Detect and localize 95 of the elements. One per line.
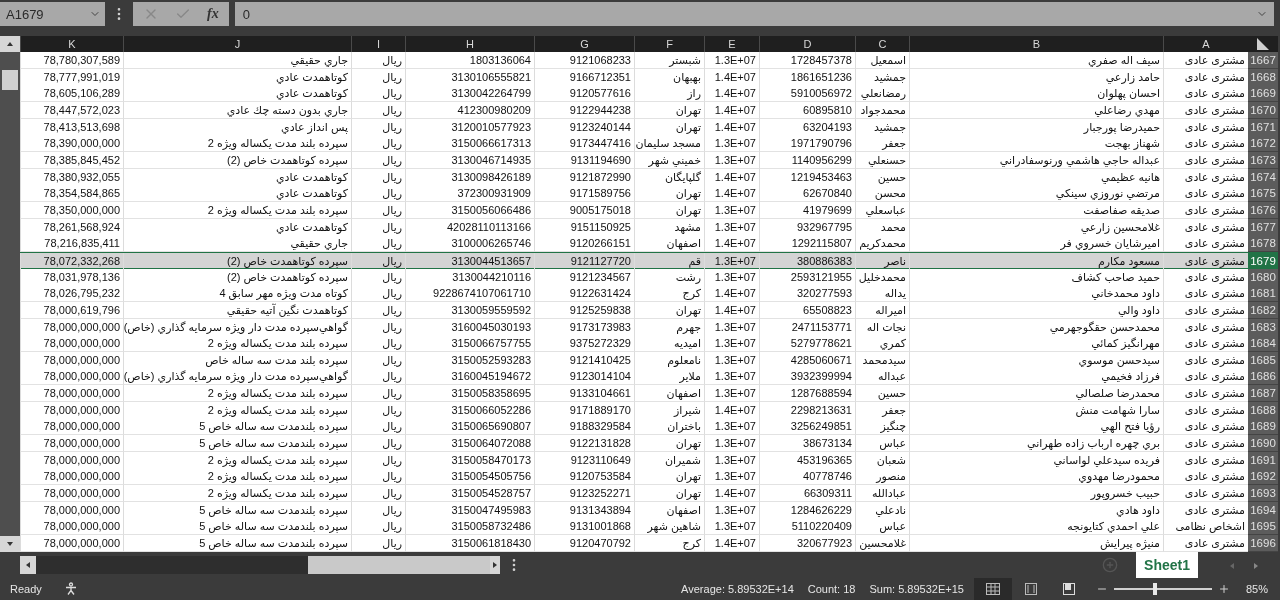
table-cell: مشتری عادی: [1163, 301, 1248, 319]
table-cell: سپرده كوتاهمدت خاص (2): [123, 151, 351, 169]
table-cell: سپرده بلندمدت سه ساله خاص 5: [123, 535, 351, 553]
table-cell: مشتری عادی: [1163, 101, 1248, 119]
table-cell: 1.4E+07: [704, 301, 759, 319]
scroll-thumb[interactable]: [36, 556, 308, 574]
table-cell: حسنعلي: [855, 151, 909, 169]
scroll-down-icon[interactable]: [0, 536, 20, 552]
view-button[interactable]: [973, 578, 1012, 600]
table-cell: ريال: [351, 535, 405, 553]
table-cell: جاري بدون دسته چك عادي: [123, 101, 351, 119]
table-cell: صديقه صفاصفت: [909, 201, 1163, 219]
row-number[interactable]: 1686: [1248, 368, 1278, 386]
row-number[interactable]: 1687: [1248, 385, 1278, 403]
row-number[interactable]: 1696: [1248, 535, 1278, 553]
table-cell: 78,000,000,000: [20, 535, 123, 553]
status-average: Average: 5.89532E+14: [681, 583, 794, 595]
row-number[interactable]: 1692: [1248, 468, 1278, 486]
page-break-icon: [1062, 583, 1075, 595]
table-cell: 9125259838: [534, 301, 634, 319]
table-cell: 60895810: [759, 101, 855, 119]
table-cell: 65508823: [759, 301, 855, 319]
table-cell: مهدي رضاعلي: [909, 101, 1163, 119]
scroll-up-icon[interactable]: [0, 36, 20, 52]
insert-function-button[interactable]: fx: [207, 6, 219, 22]
table-cell: داود والي: [909, 301, 1163, 319]
scroll-right-icon[interactable]: [490, 556, 500, 574]
table-cell: تهران: [634, 301, 704, 319]
row-number[interactable]: 1667: [1248, 52, 1278, 69]
table-cell: 3150061818430: [405, 535, 534, 553]
row-number[interactable]: 1689: [1248, 418, 1278, 436]
table-cell: 1.4E+07: [704, 535, 759, 553]
status-count: Count: 18: [807, 583, 856, 595]
table-cell: 9120470792: [534, 535, 634, 553]
row-number[interactable]: 1684: [1248, 335, 1278, 353]
zoom-in-icon[interactable]: [1217, 583, 1230, 595]
row-number[interactable]: 1681: [1248, 285, 1278, 303]
scroll-thumb[interactable]: [2, 70, 18, 90]
accessibility-icon[interactable]: [63, 582, 78, 596]
table-cell: سپرده بلند مدت يكساله ويژه 2: [123, 201, 351, 219]
table-cell: 3130059559592: [405, 301, 534, 319]
table-cell: اميراله: [855, 301, 909, 319]
status-sum: Sum: 5.89532E+15: [869, 583, 964, 595]
table-cell: ريال: [351, 201, 405, 219]
table-cell: مشتری عادی: [1163, 151, 1248, 169]
row-number[interactable]: 1690: [1248, 435, 1278, 453]
page-layout-icon: [1024, 583, 1037, 595]
table-cell: 3130046714935: [405, 151, 534, 169]
table-cell: 9131194690: [534, 151, 634, 169]
zoom-thumb[interactable]: [1153, 583, 1158, 595]
scroll-left-icon[interactable]: [20, 556, 36, 574]
row-number[interactable]: 1678: [1248, 235, 1278, 253]
row-number[interactable]: 1693: [1248, 485, 1278, 503]
table-cell: تهران: [634, 101, 704, 119]
row-number[interactable]: 1669: [1248, 85, 1278, 103]
vertical-scrollbar[interactable]: [0, 36, 20, 552]
horizontal-scrollbar[interactable]: [20, 556, 500, 574]
row-number[interactable]: 1695: [1248, 518, 1278, 536]
table-cell: خميني شهر: [634, 151, 704, 169]
table-cell: منيژه پيرايش: [909, 535, 1163, 553]
name-box[interactable]: A1679: [0, 2, 105, 26]
table-cell: 78,385,845,452: [20, 151, 123, 169]
table-cell: عباسعلي: [855, 201, 909, 219]
row-number[interactable]: 1672: [1248, 135, 1278, 153]
table-cell: محمدجواد: [855, 101, 909, 119]
formula-field[interactable]: 0: [234, 2, 1274, 26]
table-cell: 41979699: [759, 201, 855, 219]
table-cell: 78,350,000,000: [20, 201, 123, 219]
select-all-icon[interactable]: [1257, 38, 1269, 50]
table-cell: ريال: [351, 101, 405, 119]
table-cell: 9122944238: [534, 101, 634, 119]
table-cell: عبداله حاجي هاشمي ورنوسفادراني: [909, 151, 1163, 169]
table-cell: مشتری عادی: [1163, 201, 1248, 219]
table-cell: كرج: [634, 535, 704, 553]
normal-view-icon: [985, 583, 1000, 595]
sheet-tab[interactable]: Sheet1: [1136, 552, 1198, 578]
table-cell: 9005175018: [534, 201, 634, 219]
row-number[interactable]: 1675: [1248, 185, 1278, 203]
table-cell: 78,000,619,796: [20, 301, 123, 319]
table-cell: 78,447,572,023: [20, 101, 123, 119]
table-cell: 1.3E+07: [704, 201, 759, 219]
row-number[interactable]: 1679: [1248, 252, 1278, 270]
table-cell: كوتاهمدت نگين آتيه حقيقي: [123, 301, 351, 319]
zoom-level[interactable]: 85%: [1245, 583, 1268, 595]
table-cell: 412300980209: [405, 101, 534, 119]
table-cell: ريال: [351, 301, 405, 319]
table-cell: تهران: [634, 201, 704, 219]
table-cell: 1.4E+07: [704, 101, 759, 119]
table-cell: 320677923: [759, 535, 855, 553]
status-mode: Ready: [10, 583, 42, 595]
table-cell: 3150056066486: [405, 201, 534, 219]
table-cell: 1.3E+07: [704, 151, 759, 169]
table-cell: 1140956299: [759, 151, 855, 169]
table-cell: ريال: [351, 151, 405, 169]
table-cell: غلامحسين: [855, 535, 909, 553]
